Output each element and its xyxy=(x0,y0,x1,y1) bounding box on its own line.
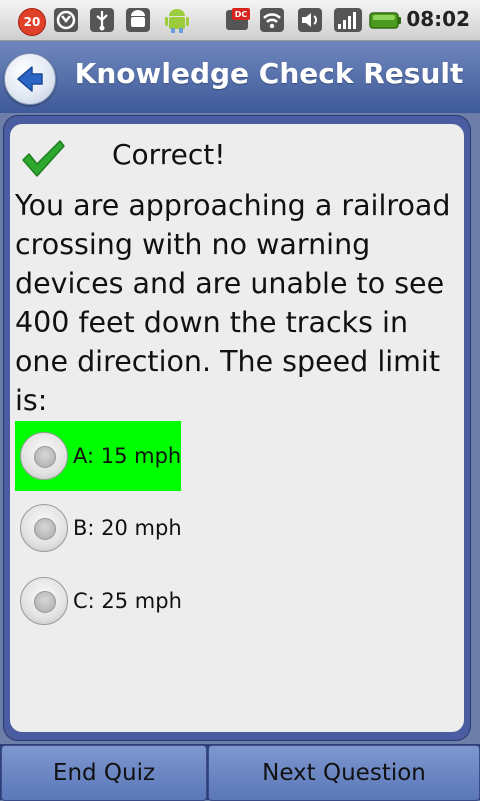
battery-icon xyxy=(369,12,401,29)
option-c-radio[interactable] xyxy=(20,577,68,625)
bottom-button-bar: End Quiz Next Question xyxy=(0,744,480,801)
option-a-radio[interactable] xyxy=(20,432,68,480)
clock: 08:02 xyxy=(406,7,470,31)
signal-icon xyxy=(334,8,362,32)
bell-icon xyxy=(54,8,78,32)
option-a[interactable]: A: 15 mph xyxy=(15,421,181,491)
next-question-button[interactable]: Next Question xyxy=(208,745,480,801)
title-bar: Knowledge Check Result xyxy=(0,41,480,113)
dc-app-icon: DC xyxy=(226,8,250,30)
option-b-label: B: 20 mph xyxy=(73,516,182,540)
option-b[interactable]: B: 20 mph xyxy=(15,493,182,563)
back-button[interactable] xyxy=(4,53,56,105)
usb-icon xyxy=(90,8,114,32)
wifi-icon xyxy=(260,8,284,32)
android-robot-icon xyxy=(165,9,189,33)
option-a-label: A: 15 mph xyxy=(73,444,182,468)
page-title: Knowledge Check Result xyxy=(74,57,464,90)
option-c-label: C: 25 mph xyxy=(73,589,182,613)
volume-icon xyxy=(298,8,322,32)
option-b-radio[interactable] xyxy=(20,504,68,552)
result-label: Correct! xyxy=(112,138,226,171)
back-arrow-icon xyxy=(17,66,43,92)
option-c[interactable]: C: 25 mph xyxy=(15,566,182,636)
svg-text:DC: DC xyxy=(235,10,248,19)
android-debug-icon xyxy=(126,8,150,32)
end-quiz-button[interactable]: End Quiz xyxy=(1,745,207,801)
checkmark-icon xyxy=(22,140,65,177)
question-text: You are approaching a railroad crossing … xyxy=(15,189,451,417)
notification-badge: 20 xyxy=(18,8,46,36)
status-bar: 20 DC 08:02 xyxy=(0,0,480,41)
